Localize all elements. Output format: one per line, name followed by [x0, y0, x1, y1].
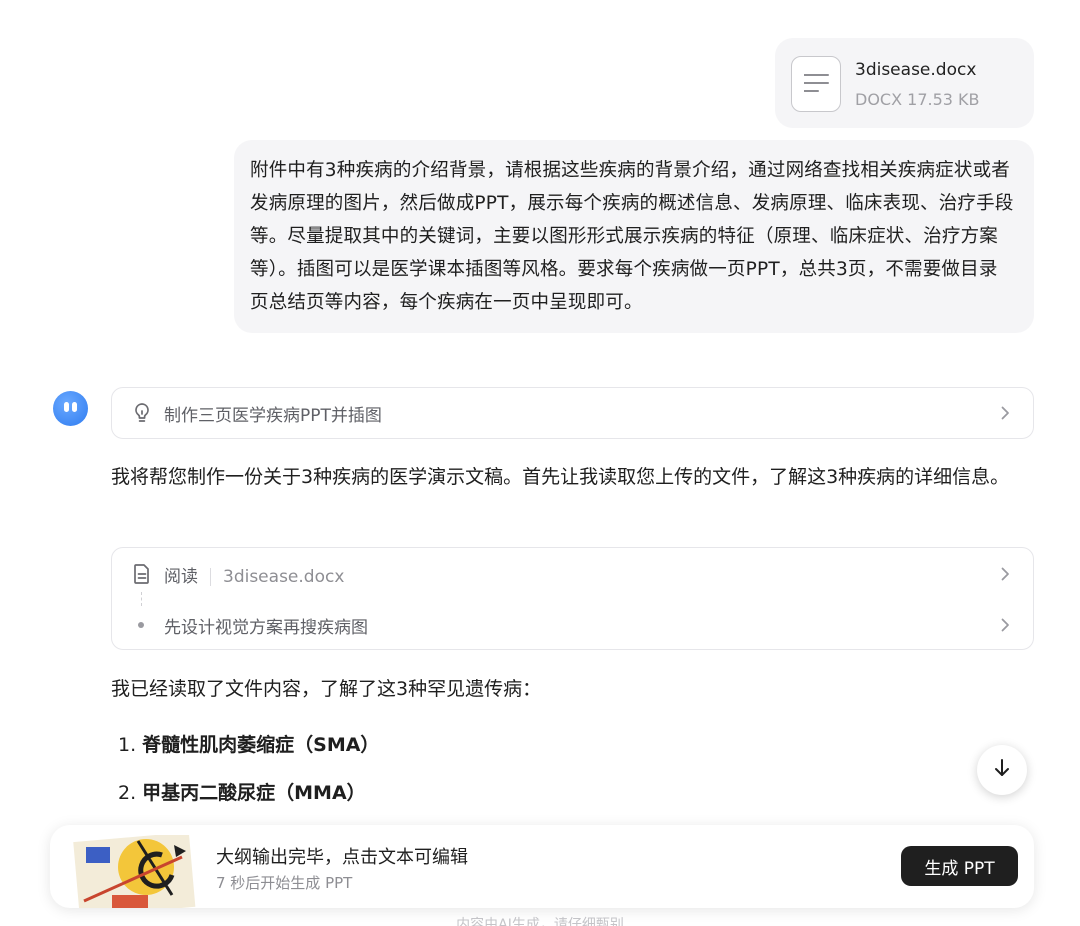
ai-disclaimer: 内容由AI生成，请仔细甄别	[456, 917, 624, 926]
assistant-avatar	[53, 391, 88, 426]
thinking-panel[interactable]: 制作三页医学疾病PPT并插图	[111, 387, 1034, 439]
step-next-label: 先设计视觉方案再搜疾病图	[164, 617, 368, 638]
file-text-icon	[130, 562, 154, 586]
divider	[210, 567, 211, 586]
step-read-file: 3disease.docx	[223, 566, 345, 587]
thinking-row[interactable]: 制作三页医学疾病PPT并插图	[112, 388, 1033, 438]
scroll-down-button[interactable]	[977, 745, 1027, 795]
step-read-action: 阅读	[164, 566, 198, 587]
attachment-meta: DOCX 17.53 KB	[855, 90, 980, 109]
steps-panel: 阅读 3disease.docx 先设计视觉方案再搜疾病图	[111, 547, 1034, 650]
arrow-down-icon	[991, 757, 1013, 783]
list-text: 脊髓性肌肉萎缩症（SMA）	[142, 734, 380, 756]
chat-page: 3disease.docx DOCX 17.53 KB 附件中有3种疾病的介绍背…	[0, 0, 1080, 926]
attachment-name: 3disease.docx	[855, 60, 977, 80]
attachment-card[interactable]: 3disease.docx DOCX 17.53 KB	[775, 38, 1034, 128]
ppt-thumbnail	[72, 835, 196, 908]
assistant-reply-1: 我将帮您制作一份关于3种疾病的医学演示文稿。首先让我读取您上传的文件，了解这3种…	[111, 466, 1010, 488]
chevron-right-icon	[995, 403, 1015, 423]
thinking-label: 制作三页医学疾病PPT并插图	[164, 405, 382, 426]
ppt-generation-panel: 大纲输出完毕，点击文本可编辑 7 秒后开始生成 PPT 生成 PPT	[50, 825, 1034, 908]
assistant-reply-2: 我已经读取了文件内容，了解了这3种罕见遗传病：	[111, 678, 542, 700]
lightbulb-icon	[130, 401, 154, 425]
list-number: 1.	[118, 734, 137, 756]
list-item: 1. 脊髓性肌肉萎缩症（SMA）	[118, 730, 379, 757]
panel-countdown: 7 秒后开始生成 PPT	[216, 874, 353, 892]
step-read-label: 阅读 3disease.docx	[164, 562, 344, 587]
bullet-dot	[138, 622, 144, 628]
step-read[interactable]: 阅读 3disease.docx	[112, 549, 1033, 599]
generate-ppt-button[interactable]: 生成 PPT	[901, 846, 1018, 886]
list-number: 2.	[118, 782, 137, 804]
panel-title[interactable]: 大纲输出完毕，点击文本可编辑	[216, 843, 468, 869]
chevron-right-icon	[995, 564, 1015, 584]
list-item: 2. 甲基丙二酸尿症（MMA）	[118, 778, 366, 805]
document-icon	[791, 56, 841, 112]
list-text: 甲基丙二酸尿症（MMA）	[142, 782, 366, 804]
chevron-right-icon	[995, 615, 1015, 635]
step-next[interactable]: 先设计视觉方案再搜疾病图	[112, 600, 1033, 650]
user-message: 附件中有3种疾病的介绍背景，请根据这些疾病的背景介绍，通过网络查找相关疾病症状或…	[234, 140, 1034, 333]
